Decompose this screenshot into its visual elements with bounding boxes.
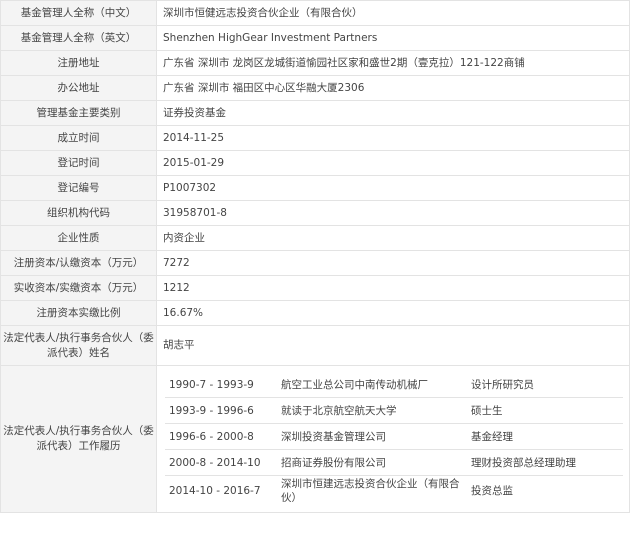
value-registration-number: P1007302 [156, 175, 630, 201]
row-paid-capital: 实收资本/实缴资本（万元） 1212 [0, 275, 630, 301]
value-name-en: Shenzhen HighGear Investment Partners [156, 25, 630, 51]
row-registered-address: 注册地址 广东省 深圳市 龙岗区龙城街道愉园社区家和盛世2期（壹克拉）121-1… [0, 50, 630, 76]
history-title: 硕士生 [467, 398, 623, 424]
label-fund-category: 管理基金主要类别 [0, 100, 157, 126]
history-period: 2014-10 - 2016-7 [165, 476, 277, 506]
row-registered-capital: 注册资本/认缴资本（万元） 7272 [0, 250, 630, 276]
label-registration-date: 登记时间 [0, 150, 157, 176]
value-enterprise-type: 内资企业 [156, 225, 630, 251]
row-fund-category: 管理基金主要类别 证券投资基金 [0, 100, 630, 126]
value-registered-capital: 7272 [156, 250, 630, 276]
value-established-date: 2014-11-25 [156, 125, 630, 151]
history-period: 1996-6 - 2000-8 [165, 424, 277, 450]
row-established-date: 成立时间 2014-11-25 [0, 125, 630, 151]
row-paid-ratio: 注册资本实缴比例 16.67% [0, 300, 630, 326]
label-enterprise-type: 企业性质 [0, 225, 157, 251]
value-paid-ratio: 16.67% [156, 300, 630, 326]
value-registration-date: 2015-01-29 [156, 150, 630, 176]
work-history-cell: 1990-7 - 1993-9 航空工业总公司中南传动机械厂 设计所研究员 19… [156, 365, 630, 513]
label-work-history: 法定代表人/执行事务合伙人（委派代表）工作履历 [0, 365, 157, 513]
row-office-address: 办公地址 广东省 深圳市 福田区中心区华融大厦2306 [0, 75, 630, 101]
history-title: 基金经理 [467, 424, 623, 450]
history-period: 2000-8 - 2014-10 [165, 450, 277, 476]
row-representative: 法定代表人/执行事务合伙人（委派代表）姓名 胡志平 [0, 325, 630, 366]
row-enterprise-type: 企业性质 内资企业 [0, 225, 630, 251]
label-org-code: 组织机构代码 [0, 200, 157, 226]
history-org: 航空工业总公司中南传动机械厂 [277, 372, 467, 398]
value-registered-address: 广东省 深圳市 龙岗区龙城街道愉园社区家和盛世2期（壹克拉）121-122商铺 [156, 50, 630, 76]
history-entry: 2014-10 - 2016-7 深圳市恒建远志投资合伙企业（有限合伙） 投资总… [165, 476, 623, 506]
row-registration-date: 登记时间 2015-01-29 [0, 150, 630, 176]
value-paid-capital: 1212 [156, 275, 630, 301]
label-name-en: 基金管理人全称（英文） [0, 25, 157, 51]
fund-manager-info-table: 基金管理人全称（中文） 深圳市恒健远志投资合伙企业（有限合伙） 基金管理人全称（… [0, 0, 630, 513]
history-org: 深圳市恒建远志投资合伙企业（有限合伙） [277, 476, 467, 506]
row-work-history: 法定代表人/执行事务合伙人（委派代表）工作履历 1990-7 - 1993-9 … [0, 365, 630, 513]
history-entry: 1993-9 - 1996-6 就读于北京航空航天大学 硕士生 [165, 398, 623, 424]
label-paid-ratio: 注册资本实缴比例 [0, 300, 157, 326]
history-org: 深圳投资基金管理公司 [277, 424, 467, 450]
row-registration-number: 登记编号 P1007302 [0, 175, 630, 201]
label-paid-capital: 实收资本/实缴资本（万元） [0, 275, 157, 301]
history-org: 招商证券股份有限公司 [277, 450, 467, 476]
history-title: 理财投资部总经理助理 [467, 450, 623, 476]
label-representative: 法定代表人/执行事务合伙人（委派代表）姓名 [0, 325, 157, 366]
value-name-cn: 深圳市恒健远志投资合伙企业（有限合伙） [156, 0, 630, 26]
history-period: 1993-9 - 1996-6 [165, 398, 277, 424]
value-org-code: 31958701-8 [156, 200, 630, 226]
history-title: 投资总监 [467, 476, 623, 506]
value-office-address: 广东省 深圳市 福田区中心区华融大厦2306 [156, 75, 630, 101]
history-org: 就读于北京航空航天大学 [277, 398, 467, 424]
label-registered-capital: 注册资本/认缴资本（万元） [0, 250, 157, 276]
history-entry: 1996-6 - 2000-8 深圳投资基金管理公司 基金经理 [165, 424, 623, 450]
row-name-en: 基金管理人全称（英文） Shenzhen HighGear Investment… [0, 25, 630, 51]
history-period: 1990-7 - 1993-9 [165, 372, 277, 398]
label-established-date: 成立时间 [0, 125, 157, 151]
row-name-cn: 基金管理人全称（中文） 深圳市恒健远志投资合伙企业（有限合伙） [0, 0, 630, 26]
label-registration-number: 登记编号 [0, 175, 157, 201]
work-history-body: 1990-7 - 1993-9 航空工业总公司中南传动机械厂 设计所研究员 19… [165, 372, 623, 506]
history-entry: 2000-8 - 2014-10 招商证券股份有限公司 理财投资部总经理助理 [165, 450, 623, 476]
value-representative: 胡志平 [156, 325, 630, 366]
label-registered-address: 注册地址 [0, 50, 157, 76]
work-history-table: 1990-7 - 1993-9 航空工业总公司中南传动机械厂 设计所研究员 19… [165, 372, 623, 506]
info-table-body: 基金管理人全称（中文） 深圳市恒健远志投资合伙企业（有限合伙） 基金管理人全称（… [0, 0, 630, 513]
label-office-address: 办公地址 [0, 75, 157, 101]
value-fund-category: 证券投资基金 [156, 100, 630, 126]
label-name-cn: 基金管理人全称（中文） [0, 0, 157, 26]
history-entry: 1990-7 - 1993-9 航空工业总公司中南传动机械厂 设计所研究员 [165, 372, 623, 398]
history-title: 设计所研究员 [467, 372, 623, 398]
row-org-code: 组织机构代码 31958701-8 [0, 200, 630, 226]
